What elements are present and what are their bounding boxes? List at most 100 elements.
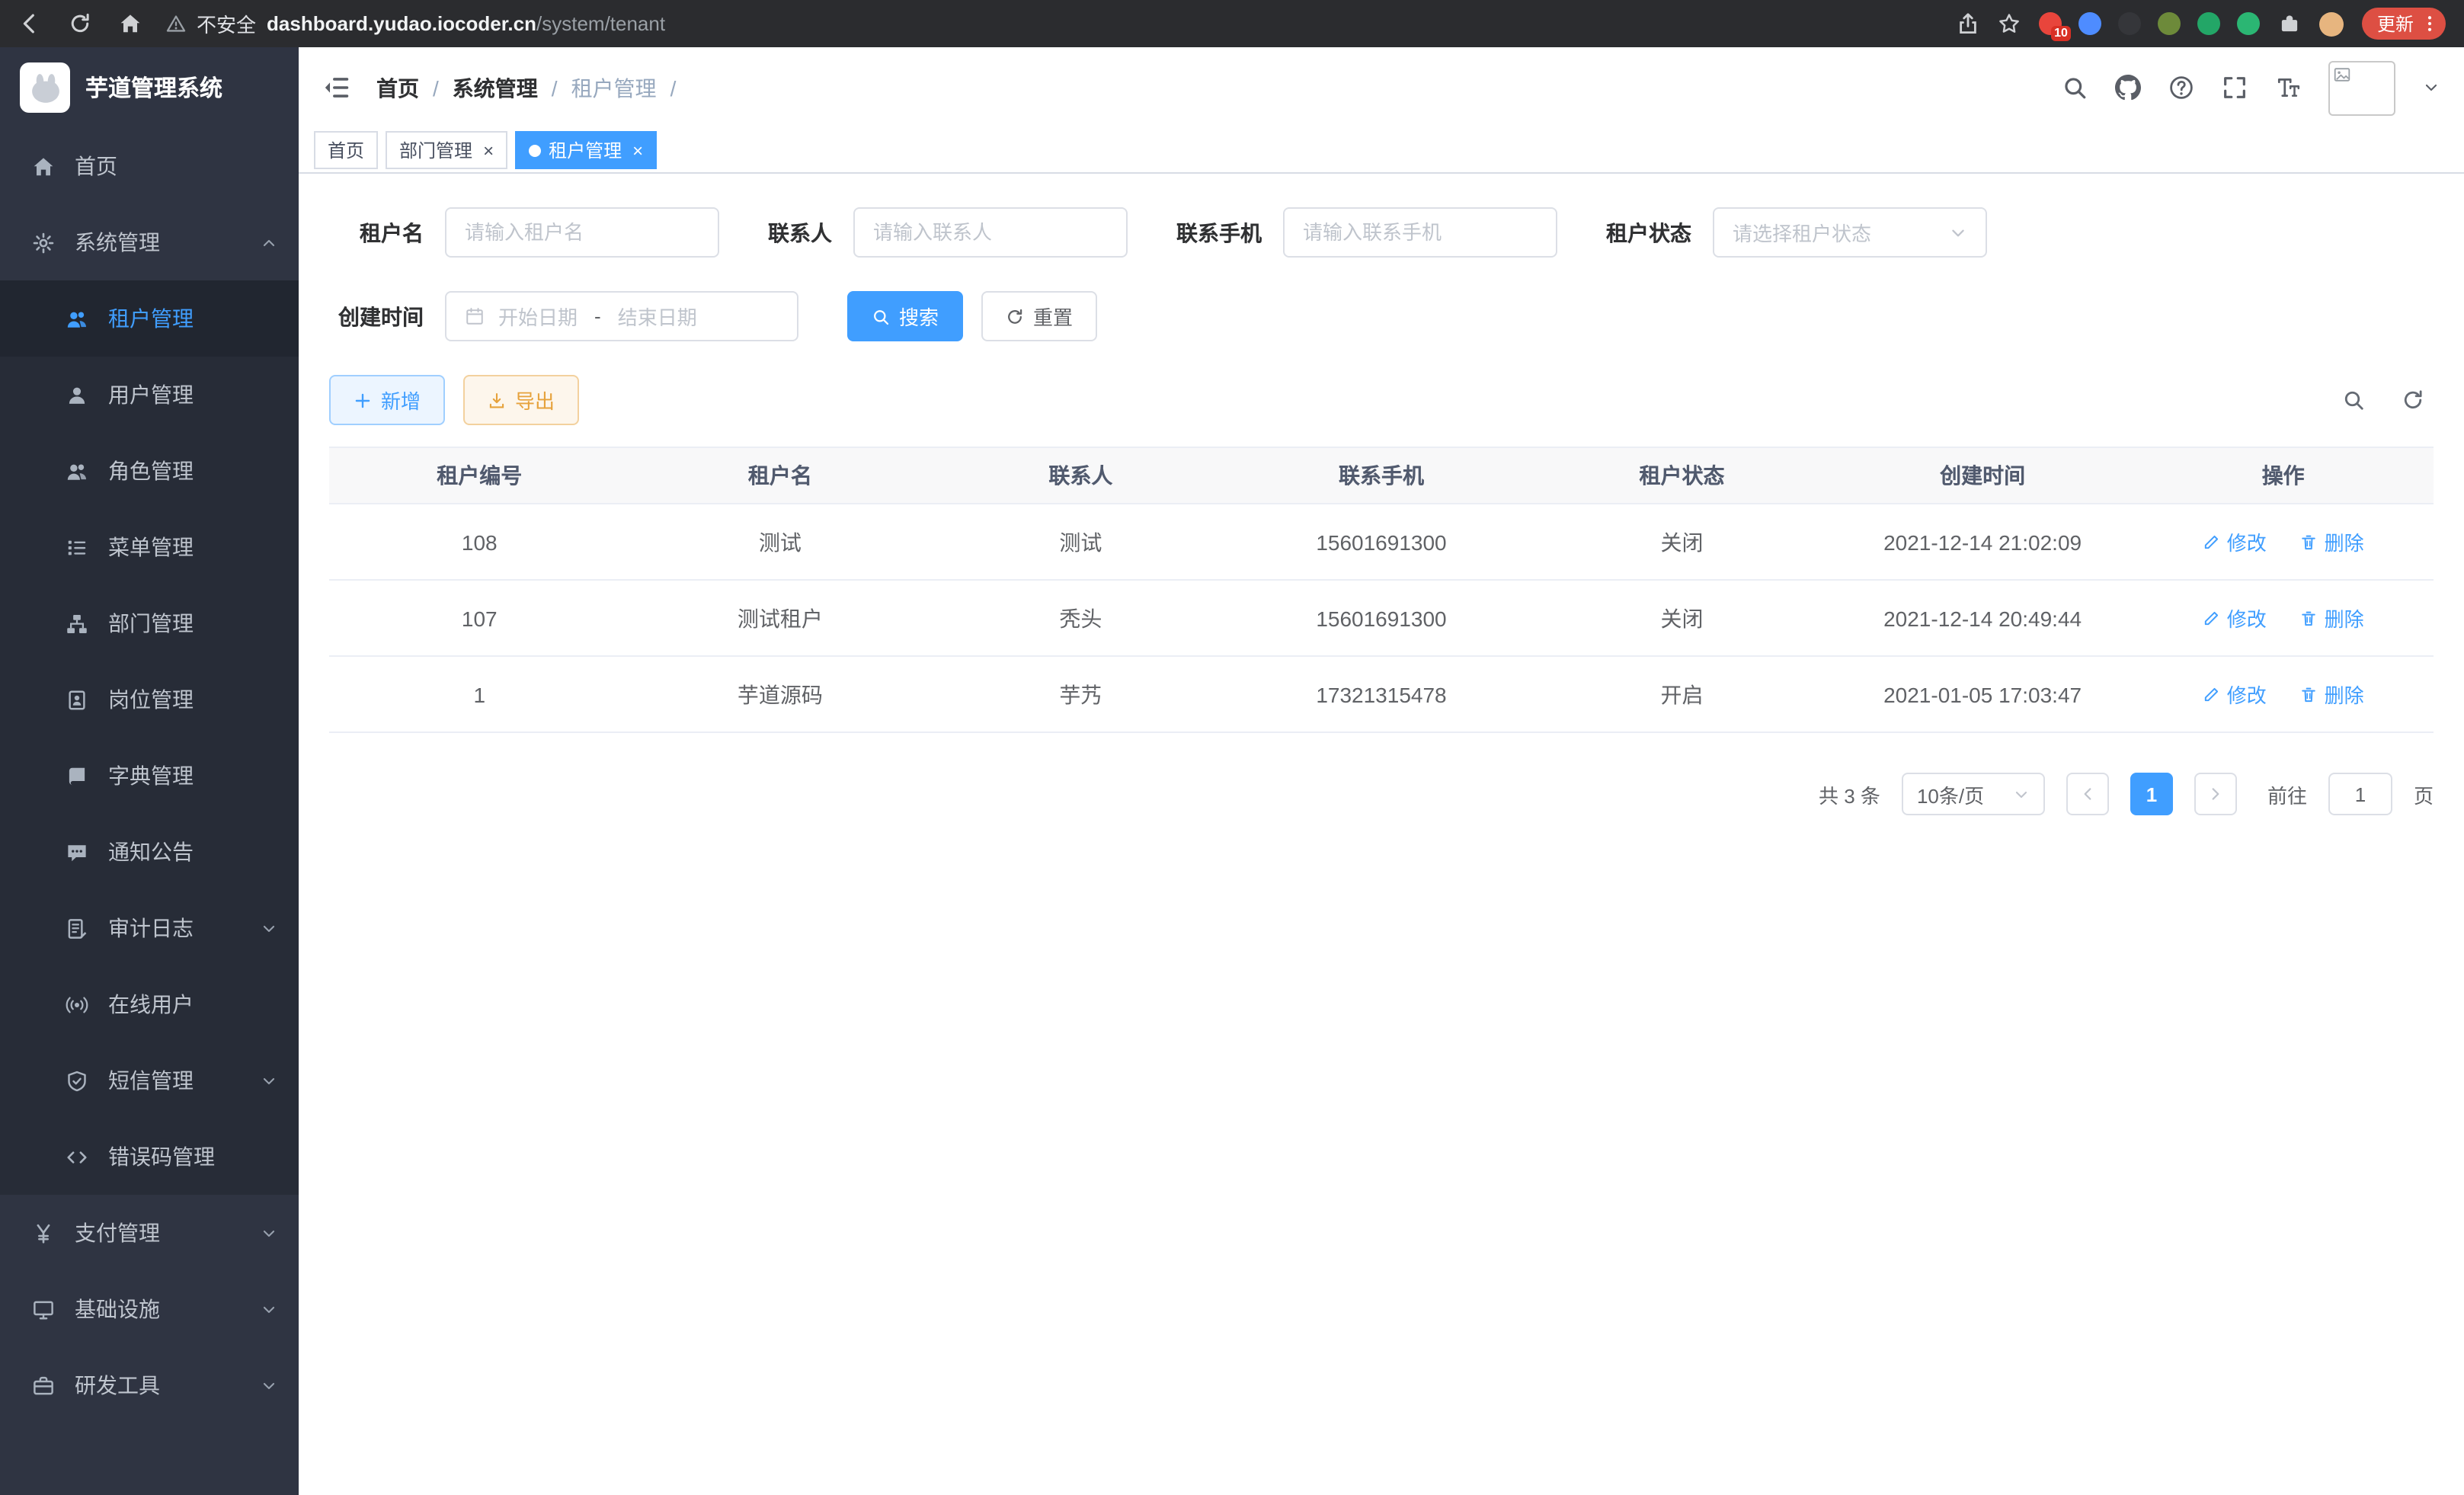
sidebar-item-label: 租户管理 xyxy=(108,303,194,334)
sidebar-item[interactable]: 短信管理 xyxy=(0,1042,299,1119)
gear-icon xyxy=(30,231,56,254)
goto-page-input[interactable] xyxy=(2328,773,2392,815)
current-page[interactable]: 1 xyxy=(2130,773,2173,815)
cell-phone: 17321315478 xyxy=(1231,656,1532,732)
sidebar-item[interactable]: 在线用户 xyxy=(0,966,299,1042)
back-arrow-icon[interactable] xyxy=(18,12,41,35)
app-logo[interactable]: 芋道管理系统 xyxy=(0,47,299,128)
export-button[interactable]: 导出 xyxy=(463,375,579,425)
page-size-select[interactable]: 10条/页 xyxy=(1902,773,2045,815)
cell-phone: 15601691300 xyxy=(1231,580,1532,656)
active-dot xyxy=(529,144,541,156)
contact-input[interactable] xyxy=(853,207,1128,258)
fullscreen-icon[interactable] xyxy=(2222,75,2248,101)
sidebar-item[interactable]: 岗位管理 xyxy=(0,661,299,738)
extension-icon[interactable] xyxy=(2158,12,2181,35)
tab[interactable]: 租户管理 × xyxy=(515,131,657,169)
sidebar-item[interactable]: 系统管理 xyxy=(0,204,299,280)
sidebar-item-label: 支付管理 xyxy=(75,1218,160,1248)
warning-icon xyxy=(166,14,186,34)
star-icon[interactable] xyxy=(1998,12,2021,35)
extension-icon[interactable] xyxy=(2078,12,2101,35)
breadcrumb: 首页 / 系统管理 / 租户管理 / xyxy=(376,72,690,103)
delete-link[interactable]: 删除 xyxy=(2300,680,2364,709)
sidebar-item[interactable]: 字典管理 xyxy=(0,738,299,814)
profile-avatar[interactable] xyxy=(2319,11,2344,36)
next-page-button[interactable] xyxy=(2194,773,2237,815)
cell-contact: 秃头 xyxy=(930,580,1231,656)
chevron-down-icon xyxy=(261,1377,277,1394)
sidebar-item-label: 部门管理 xyxy=(108,608,194,639)
avatar[interactable] xyxy=(2328,60,2395,115)
collapse-menu-icon[interactable] xyxy=(323,73,352,102)
sidebar-item[interactable]: 角色管理 xyxy=(0,433,299,509)
cell-tenant-name: 芋道源码 xyxy=(630,656,931,732)
breadcrumb-item[interactable]: 首页 / xyxy=(376,72,453,103)
delete-label: 删除 xyxy=(2325,680,2364,709)
sidebar-item[interactable]: 基础设施 xyxy=(0,1271,299,1347)
close-icon[interactable]: × xyxy=(483,139,494,161)
tab[interactable]: 首页 xyxy=(314,131,378,169)
phone-input[interactable] xyxy=(1283,207,1557,258)
edit-link[interactable]: 修改 xyxy=(2203,603,2267,632)
search-button[interactable]: 搜索 xyxy=(847,291,963,341)
delete-link[interactable]: 删除 xyxy=(2300,527,2364,556)
sidebar-item[interactable]: 首页 xyxy=(0,128,299,204)
search-icon[interactable] xyxy=(2342,389,2365,411)
breadcrumb-item[interactable]: 租户管理 / xyxy=(571,72,690,103)
delete-link[interactable]: 删除 xyxy=(2300,603,2364,632)
extension-icon[interactable]: 10 xyxy=(2039,12,2062,35)
sidebar-item[interactable]: 支付管理 xyxy=(0,1195,299,1271)
column-header: 操作 xyxy=(2133,447,2434,504)
cell-tenant-id: 1 xyxy=(329,656,630,732)
puzzle-icon[interactable] xyxy=(2278,12,2301,35)
sidebar-item[interactable]: 租户管理 xyxy=(0,280,299,357)
toolbox-icon xyxy=(30,1374,56,1397)
sidebar-item[interactable]: 研发工具 xyxy=(0,1347,299,1423)
security-label: 不安全 xyxy=(197,9,256,38)
table-body: 108 测试 测试 15601691300 关闭 2021-12-14 21:0… xyxy=(329,504,2434,732)
cell-tenant-name: 测试 xyxy=(630,504,931,580)
home-icon[interactable] xyxy=(119,12,142,35)
edit-link[interactable]: 修改 xyxy=(2203,527,2267,556)
tab-label: 首页 xyxy=(328,137,364,163)
share-icon[interactable] xyxy=(1957,12,1979,35)
font-size-icon[interactable] xyxy=(2275,75,2301,101)
close-icon[interactable]: × xyxy=(632,139,643,161)
sidebar-item[interactable]: 部门管理 xyxy=(0,585,299,661)
prev-page-button[interactable] xyxy=(2066,773,2109,815)
plus-icon xyxy=(354,391,372,409)
sidebar-item[interactable]: 通知公告 xyxy=(0,814,299,890)
extension-icon[interactable] xyxy=(2197,12,2220,35)
extension-icon[interactable] xyxy=(2118,12,2141,35)
help-icon[interactable] xyxy=(2168,75,2194,101)
github-icon[interactable] xyxy=(2115,75,2141,101)
sidebar-item[interactable]: 菜单管理 xyxy=(0,509,299,585)
breadcrumb-separator: / xyxy=(433,75,439,100)
page-header: 首页 / 系统管理 / 租户管理 / xyxy=(299,47,2464,128)
tenant-name-input[interactable] xyxy=(445,207,719,258)
extension-icon[interactable] xyxy=(2237,12,2260,35)
kebab-menu-icon[interactable] xyxy=(2420,14,2440,34)
chevron-down-icon xyxy=(261,920,277,936)
chevron-down-icon[interactable] xyxy=(2423,79,2440,96)
sidebar-item[interactable]: 错误码管理 xyxy=(0,1119,299,1195)
cell-phone: 15601691300 xyxy=(1231,504,1532,580)
column-header: 租户名 xyxy=(630,447,931,504)
address-bar[interactable]: 不安全 dashboard.yudao.iocoder.cn/system/te… xyxy=(166,9,1938,38)
tenant-status-select[interactable]: 请选择租户状态 xyxy=(1713,207,1987,258)
add-button[interactable]: 新增 xyxy=(329,375,445,425)
tab[interactable]: 部门管理 × xyxy=(386,131,507,169)
phone-label: 联系手机 xyxy=(1176,217,1262,248)
reload-icon[interactable] xyxy=(69,12,91,35)
update-button[interactable]: 更新 xyxy=(2362,8,2446,40)
breadcrumb-item[interactable]: 系统管理 / xyxy=(453,72,571,103)
refresh-icon[interactable] xyxy=(2402,389,2424,411)
sidebar-item[interactable]: 用户管理 xyxy=(0,357,299,433)
user-icon xyxy=(64,383,90,406)
edit-link[interactable]: 修改 xyxy=(2203,680,2267,709)
reset-button[interactable]: 重置 xyxy=(981,291,1097,341)
create-time-range[interactable]: 开始日期 - 结束日期 xyxy=(445,291,798,341)
search-icon[interactable] xyxy=(2062,75,2088,101)
sidebar-item[interactable]: 审计日志 xyxy=(0,890,299,966)
